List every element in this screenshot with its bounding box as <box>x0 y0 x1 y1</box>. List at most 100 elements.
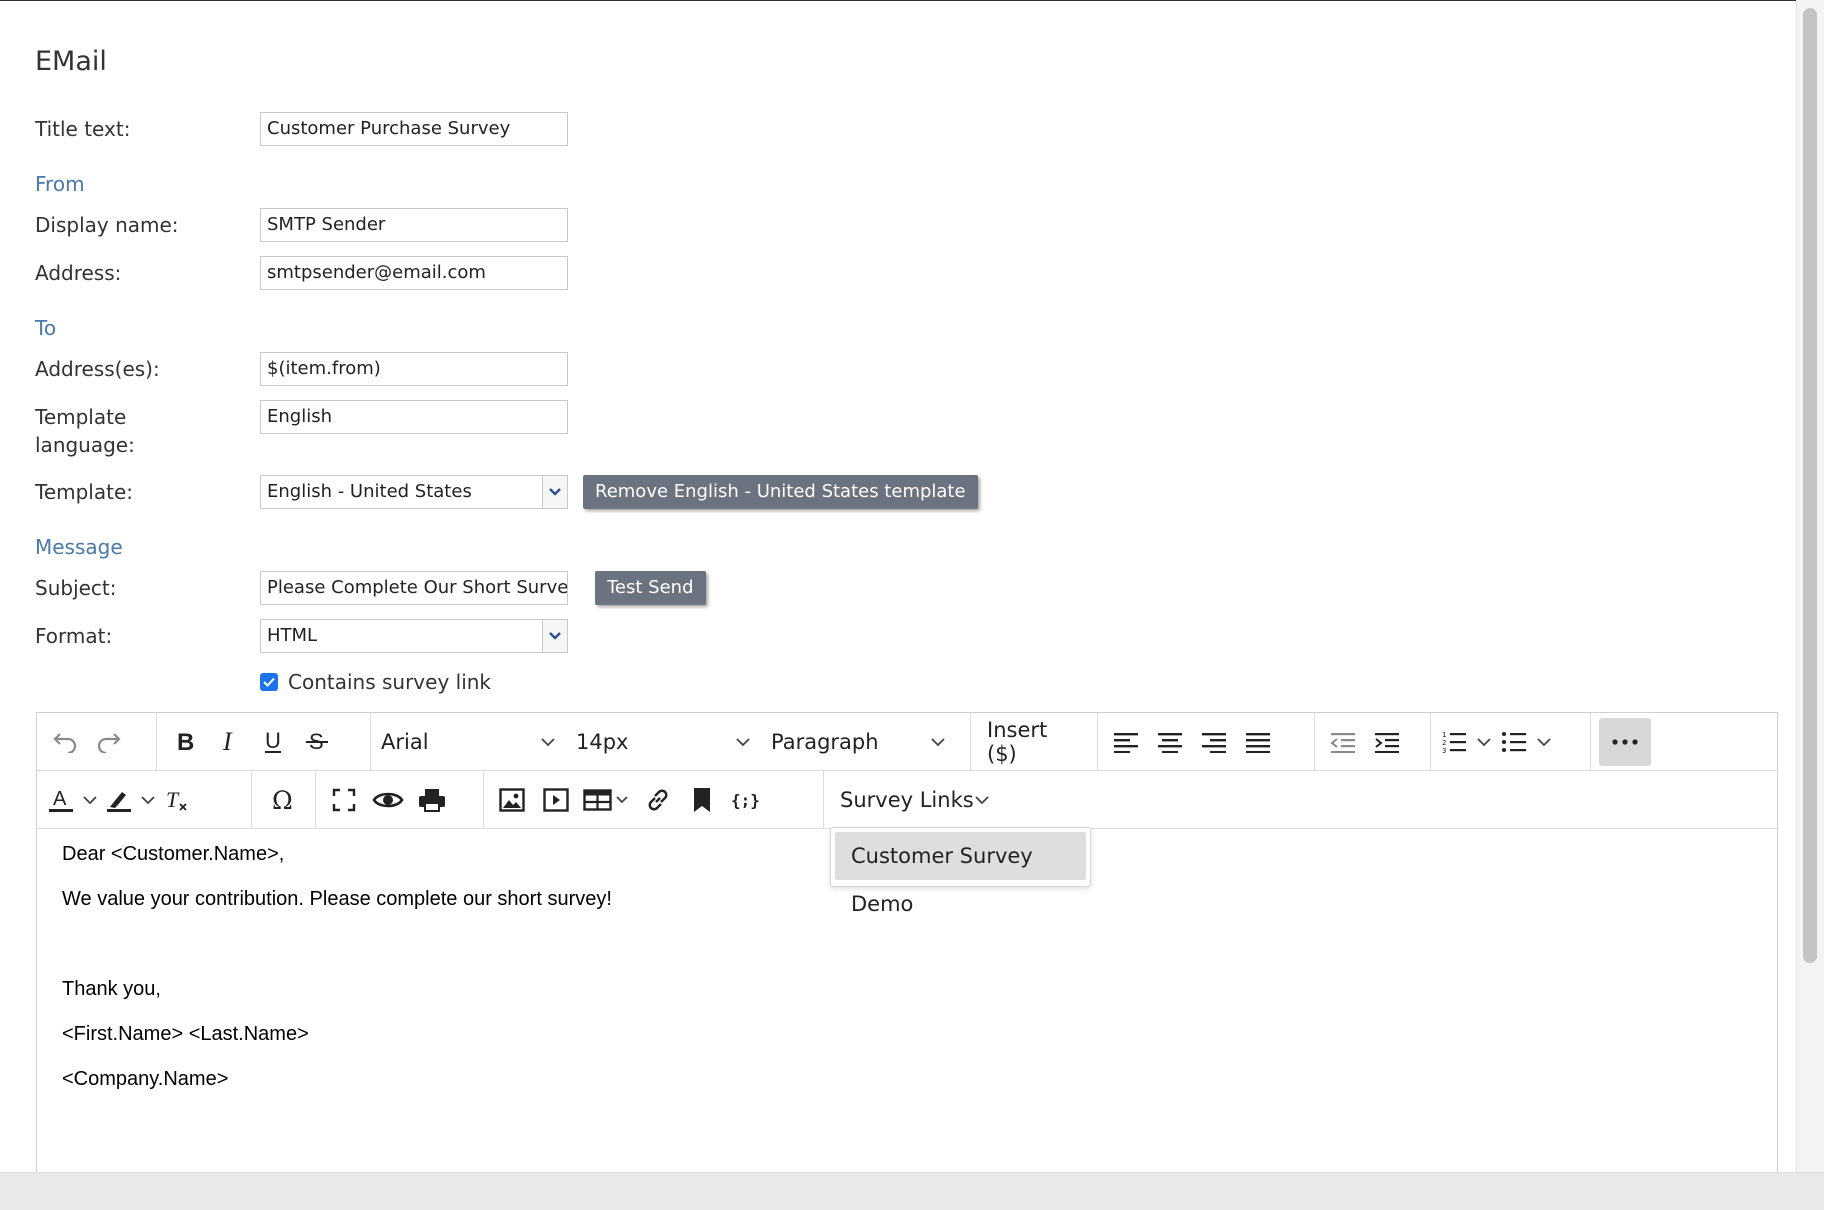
chevron-down-icon[interactable] <box>542 476 567 508</box>
svg-text:A: A <box>53 788 67 810</box>
underline-icon[interactable]: U <box>251 722 295 762</box>
page-title: EMail <box>35 46 107 77</box>
block-format-value: Paragraph <box>771 729 879 754</box>
signature-name-line: <First.Name> <Last.Name> <box>62 1023 309 1045</box>
template-language-label-line2: language: <box>35 433 135 457</box>
chevron-down-icon <box>931 737 945 746</box>
print-icon[interactable] <box>410 780 454 820</box>
font-family-select[interactable]: Arial <box>371 722 566 762</box>
chevron-down-icon <box>975 795 989 804</box>
chevron-down-icon <box>736 737 750 746</box>
title-text-label: Title text: <box>35 117 131 141</box>
addresses-label: Address(es): <box>35 357 160 381</box>
outdent-icon[interactable] <box>1321 722 1365 762</box>
addresses-input[interactable]: $(item.from) <box>260 352 568 386</box>
format-group: B I U S <box>157 712 371 771</box>
font-size-select[interactable]: 14px <box>566 722 761 762</box>
dropdown-group: Arial 14px Paragraph <box>371 712 971 771</box>
text-color-icon[interactable]: A <box>43 780 79 820</box>
svg-text:Ω: Ω <box>272 787 293 813</box>
clear-format-icon[interactable]: T <box>159 780 195 820</box>
align-right-icon[interactable] <box>1192 722 1236 762</box>
survey-links-menu: Customer Survey Demo <box>830 827 1091 916</box>
template-label: Template: <box>35 480 133 504</box>
more-icon[interactable] <box>1599 717 1651 766</box>
font-family-value: Arial <box>381 729 429 754</box>
survey-link-checkbox[interactable] <box>260 673 278 691</box>
signature-company-line: <Company.Name> <box>62 1068 229 1090</box>
template-language-label-line1: Template <box>35 405 127 429</box>
highlight-icon[interactable] <box>101 780 137 820</box>
display-name-label: Display name: <box>35 213 179 237</box>
survey-links-label: Survey Links <box>840 787 974 812</box>
media-icon[interactable] <box>534 780 578 820</box>
closing-line: Thank you, <box>62 978 161 1000</box>
chevron-down-icon[interactable] <box>137 780 159 820</box>
block-format-select[interactable]: Paragraph <box>761 722 956 762</box>
section-message: Message <box>35 535 123 559</box>
section-from: From <box>35 172 85 196</box>
fullscreen-icon[interactable] <box>322 780 366 820</box>
justify-icon[interactable] <box>1236 722 1280 762</box>
template-select-value: English - United States <box>267 481 472 502</box>
bookmark-icon[interactable] <box>680 780 724 820</box>
address-input[interactable]: smtpsender@email.com <box>260 256 568 290</box>
code-icon[interactable]: {;} <box>724 780 768 820</box>
chevron-down-icon[interactable] <box>79 780 101 820</box>
subject-label: Subject: <box>35 576 117 600</box>
svg-text:B: B <box>177 730 194 754</box>
toolbar-row-2: A T Ω {;} Survey Links <box>37 770 1777 829</box>
subject-input[interactable]: Please Complete Our Short Survey <box>260 571 568 605</box>
survey-link-label: Contains survey link <box>288 670 492 694</box>
toolbar-row-1: B I U S Arial 14px Paragraph Insert ($) <box>37 712 1777 771</box>
bold-icon[interactable]: B <box>163 722 207 762</box>
align-left-icon[interactable] <box>1104 722 1148 762</box>
undo-icon[interactable] <box>43 722 87 762</box>
font-size-value: 14px <box>576 729 629 754</box>
chevron-down-icon[interactable] <box>1531 722 1557 762</box>
chevron-down-icon[interactable] <box>1471 722 1497 762</box>
redo-icon[interactable] <box>87 722 131 762</box>
bullet-list-icon[interactable] <box>1497 722 1531 762</box>
insert-media-group: {;} <box>484 770 824 829</box>
insert-group: Insert ($) <box>971 712 1098 771</box>
survey-link-row: Contains survey link <box>260 670 491 694</box>
svg-text:{;}: {;} <box>731 791 760 810</box>
list-group: 123 <box>1431 712 1591 771</box>
display-name-input[interactable]: SMTP Sender <box>260 208 568 242</box>
chevron-down-icon <box>541 737 555 746</box>
text-style-group: A T <box>37 770 252 829</box>
align-center-icon[interactable] <box>1148 722 1192 762</box>
title-text-input[interactable]: Customer Purchase Survey <box>260 112 568 146</box>
preview-icon[interactable] <box>366 780 410 820</box>
image-icon[interactable] <box>490 780 534 820</box>
svg-text:2: 2 <box>1442 739 1446 747</box>
scrollbar-thumb[interactable] <box>1803 8 1817 963</box>
format-select[interactable]: HTML <box>260 619 568 653</box>
remove-template-button[interactable]: Remove English - United States template <box>583 475 978 509</box>
format-select-value: HTML <box>267 625 318 646</box>
chevron-down-icon[interactable] <box>542 620 567 652</box>
greeting-line: Dear <Customer.Name>, <box>62 843 285 865</box>
special-char-icon[interactable]: Ω <box>262 780 306 820</box>
indent-icon[interactable] <box>1365 722 1409 762</box>
survey-links-dropdown[interactable]: Survey Links <box>830 780 1000 820</box>
svg-text:1: 1 <box>1442 731 1446 739</box>
special-char-group: Ω <box>252 770 316 829</box>
menu-item-customer-survey-demo[interactable]: Customer Survey Demo <box>835 832 1086 916</box>
indent-group <box>1315 712 1431 771</box>
test-send-button[interactable]: Test Send <box>595 571 706 605</box>
address-label: Address: <box>35 261 122 285</box>
bottom-bar <box>0 1172 1824 1210</box>
numbered-list-icon[interactable]: 123 <box>1437 722 1471 762</box>
svg-text:3: 3 <box>1442 747 1446 754</box>
table-icon[interactable] <box>578 780 636 820</box>
link-icon[interactable] <box>636 780 680 820</box>
svg-text:T: T <box>166 787 180 812</box>
insert-variable-button[interactable]: Insert ($) <box>977 718 1091 766</box>
template-language-input[interactable]: English <box>260 400 568 434</box>
strikethrough-icon[interactable]: S <box>295 722 339 762</box>
template-select[interactable]: English - United States <box>260 475 568 509</box>
body-line: We value your contribution. Please compl… <box>62 888 612 910</box>
italic-icon[interactable]: I <box>207 722 251 762</box>
